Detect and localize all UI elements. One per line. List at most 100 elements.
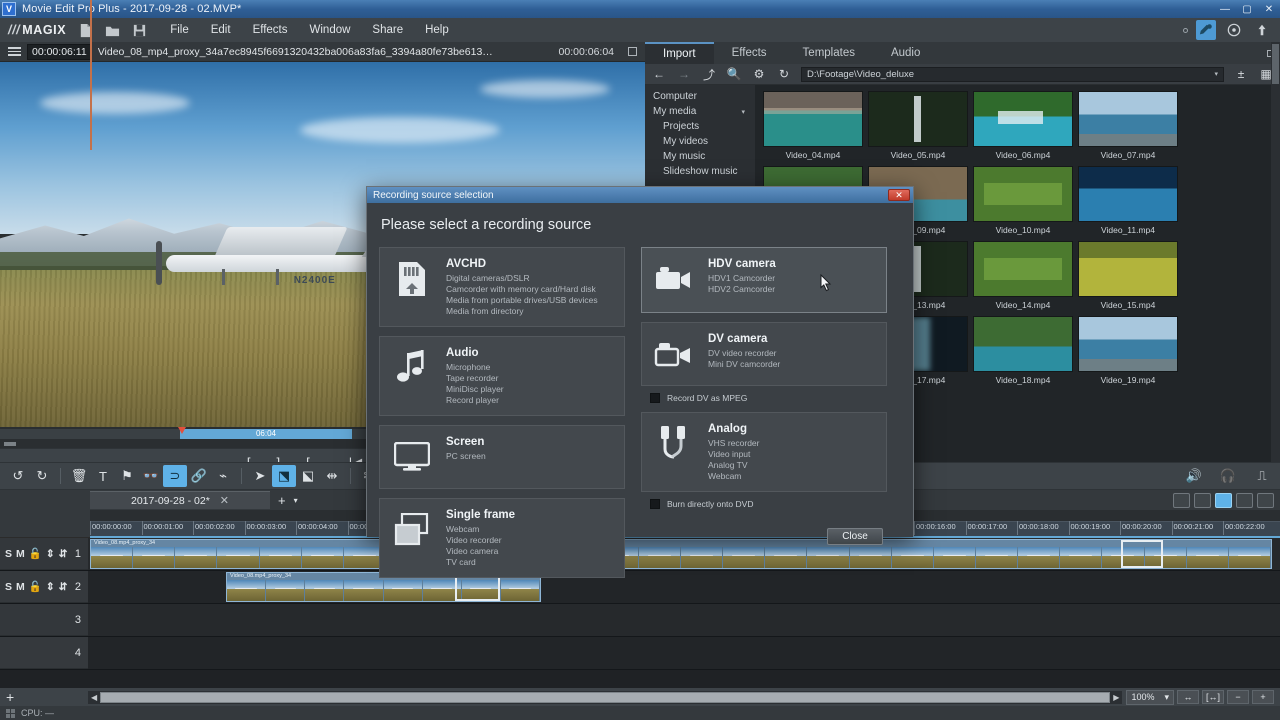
media-file-item[interactable]: Video_19.mp4 xyxy=(1078,316,1183,385)
forward-icon[interactable]: → xyxy=(676,67,692,81)
timeline-maximize-button[interactable] xyxy=(1257,492,1274,508)
media-grid-scrollbar[interactable] xyxy=(1271,42,1280,462)
media-thumbnail[interactable] xyxy=(1078,166,1178,222)
media-file-item[interactable]: Video_14.mp4 xyxy=(973,241,1078,310)
media-file-item[interactable]: Video_18.mp4 xyxy=(973,316,1078,385)
media-file-item[interactable]: Video_15.mp4 xyxy=(1078,241,1183,310)
zoom-fit-button[interactable]: ↔ xyxy=(1177,690,1199,704)
media-thumbnail[interactable] xyxy=(973,241,1073,297)
export-button[interactable] xyxy=(1252,20,1272,40)
close-window-button[interactable]: ✕ xyxy=(1258,1,1280,17)
maximize-button[interactable]: ▢ xyxy=(1236,1,1258,17)
timeline-track-row[interactable]: 4 xyxy=(0,637,1280,670)
project-tab[interactable]: 2017-09-28 - 02* ✕ xyxy=(90,491,270,509)
track-header[interactable]: S M 🔓 ⇕ ⇵ 1 xyxy=(0,538,88,570)
scrubber-range[interactable]: 06:04 xyxy=(180,429,352,439)
source-card-hdv-camera[interactable]: HDV camera HDV1 Camcorder HDV2 Camcorder xyxy=(641,247,887,313)
open-folder-icon[interactable] xyxy=(105,23,120,38)
menu-share[interactable]: Share xyxy=(369,22,406,38)
tab-templates[interactable]: Templates xyxy=(784,42,873,64)
zoom-selection-button[interactable]: [↔] xyxy=(1202,690,1224,704)
media-file-item[interactable]: Video_10.mp4 xyxy=(973,166,1078,235)
undo-icon[interactable]: ↺ xyxy=(6,465,30,487)
view-multicam-button[interactable] xyxy=(1236,492,1253,508)
tab-effects[interactable]: Effects xyxy=(713,42,785,64)
tree-item-computer[interactable]: Computer xyxy=(645,89,755,104)
media-file-item[interactable]: Video_04.mp4 xyxy=(763,91,868,160)
timeline-horizontal-scrollbar[interactable]: ◀ ▶ xyxy=(88,690,1123,704)
chevron-down-icon[interactable]: ▾ xyxy=(1164,692,1169,703)
scene-detection-icon[interactable]: 👓 xyxy=(139,465,163,487)
zoom-out-button[interactable]: − xyxy=(1227,690,1249,704)
chevron-down-icon[interactable]: ▾ xyxy=(741,108,745,116)
timeline-playhead[interactable] xyxy=(90,0,92,150)
track-header[interactable]: 3 xyxy=(0,604,88,636)
burn-mode-button[interactable] xyxy=(1224,20,1244,40)
view-scene-overview-button[interactable] xyxy=(1194,492,1211,508)
track-lock-icon[interactable]: 🔓 xyxy=(29,547,42,560)
menu-help[interactable]: Help xyxy=(422,22,452,38)
source-card-single-frame[interactable]: Single frame Webcam Video recorder Video… xyxy=(379,498,625,578)
source-card-avchd[interactable]: AVCHD Digital cameras/DSLR Camcorder wit… xyxy=(379,247,625,327)
unlink-icon[interactable]: ⌁ xyxy=(211,465,235,487)
track-solo-button[interactable]: S xyxy=(5,581,12,593)
close-icon[interactable]: ✕ xyxy=(220,494,229,507)
zoom-in-button[interactable]: + xyxy=(1252,690,1274,704)
media-file-item[interactable]: Video_05.mp4 xyxy=(868,91,973,160)
edit-mode-button[interactable] xyxy=(1196,20,1216,40)
media-file-item[interactable]: Video_07.mp4 xyxy=(1078,91,1183,160)
search-icon[interactable]: 🔍 xyxy=(726,67,742,81)
clip-selection-highlight[interactable] xyxy=(1121,540,1163,568)
tab-import[interactable]: Import xyxy=(645,42,714,64)
tree-item-slideshow-music[interactable]: Slideshow music xyxy=(645,164,755,179)
view-timeline-button[interactable] xyxy=(1215,492,1232,508)
checkbox-row-record-dv-as-mpeg[interactable]: Record DV as MPEG xyxy=(641,393,887,403)
track-lane[interactable] xyxy=(88,637,1280,669)
mouse-mode-object-icon[interactable]: ⬔ xyxy=(272,465,296,487)
media-thumbnail[interactable] xyxy=(763,91,863,147)
gear-icon[interactable]: ⚙ xyxy=(751,67,767,81)
track-fade-icon[interactable]: ⇵ xyxy=(59,548,68,560)
track-solo-button[interactable]: S xyxy=(5,548,12,560)
track-height-icon[interactable]: ⇕ xyxy=(46,548,55,560)
chevron-down-icon[interactable]: ▾ xyxy=(294,496,298,505)
media-thumbnail[interactable] xyxy=(1078,91,1178,147)
menu-window[interactable]: Window xyxy=(307,22,354,38)
snap-icon[interactable]: ⎍ xyxy=(1250,465,1274,487)
view-storyboard-button[interactable] xyxy=(1173,492,1190,508)
loop-icon[interactable]: ⊃ xyxy=(163,465,187,487)
source-card-audio[interactable]: Audio Microphone Tape recorder MiniDisc … xyxy=(379,336,625,416)
media-file-item[interactable]: Video_11.mp4 xyxy=(1078,166,1183,235)
redo-icon[interactable]: ↻ xyxy=(30,465,54,487)
path-input[interactable]: D:\Footage\Video_deluxe ▾ xyxy=(801,66,1224,82)
scroll-left-icon[interactable]: ◀ xyxy=(88,693,100,702)
link-icon[interactable]: 🔗 xyxy=(187,465,211,487)
menu-file[interactable]: File xyxy=(167,22,192,38)
zoom-level-select[interactable]: 100% ▾ xyxy=(1126,689,1174,705)
preview-maximize-icon[interactable] xyxy=(628,47,637,56)
marker-icon[interactable]: ⚑ xyxy=(115,465,139,487)
scrubber-playhead-icon[interactable] xyxy=(178,427,186,434)
media-thumbnail[interactable] xyxy=(973,91,1073,147)
track-height-icon[interactable]: ⇕ xyxy=(46,581,55,593)
track-header[interactable]: 4 xyxy=(0,637,88,669)
menu-effects[interactable]: Effects xyxy=(250,22,291,38)
delete-icon[interactable]: 🗑 xyxy=(67,465,91,487)
add-track-button[interactable]: + xyxy=(0,689,88,705)
mouse-mode-curve-icon[interactable]: ⬕ xyxy=(296,465,320,487)
dialog-close-icon[interactable]: ✕ xyxy=(888,189,910,201)
text-icon[interactable]: T xyxy=(91,465,115,487)
record-dv-as-mpeg-checkbox[interactable] xyxy=(650,393,660,403)
media-thumbnail[interactable] xyxy=(868,91,968,147)
track-fade-icon[interactable]: ⇵ xyxy=(59,581,68,593)
back-icon[interactable]: ← xyxy=(651,67,667,81)
dialog-close-button[interactable]: Close xyxy=(827,528,883,545)
arrow-cursor-icon[interactable]: ➤ xyxy=(248,465,272,487)
mouse-mode-stretch-icon[interactable]: ⇹ xyxy=(320,465,344,487)
scroll-right-icon[interactable]: ▶ xyxy=(1110,693,1122,702)
preview-menu-icon[interactable] xyxy=(8,47,21,56)
refresh-icon[interactable]: ↻ xyxy=(776,67,792,81)
media-thumbnail[interactable] xyxy=(973,316,1073,372)
track-mute-button[interactable]: M xyxy=(16,581,25,593)
chevron-down-icon[interactable]: ▾ xyxy=(1214,70,1218,78)
